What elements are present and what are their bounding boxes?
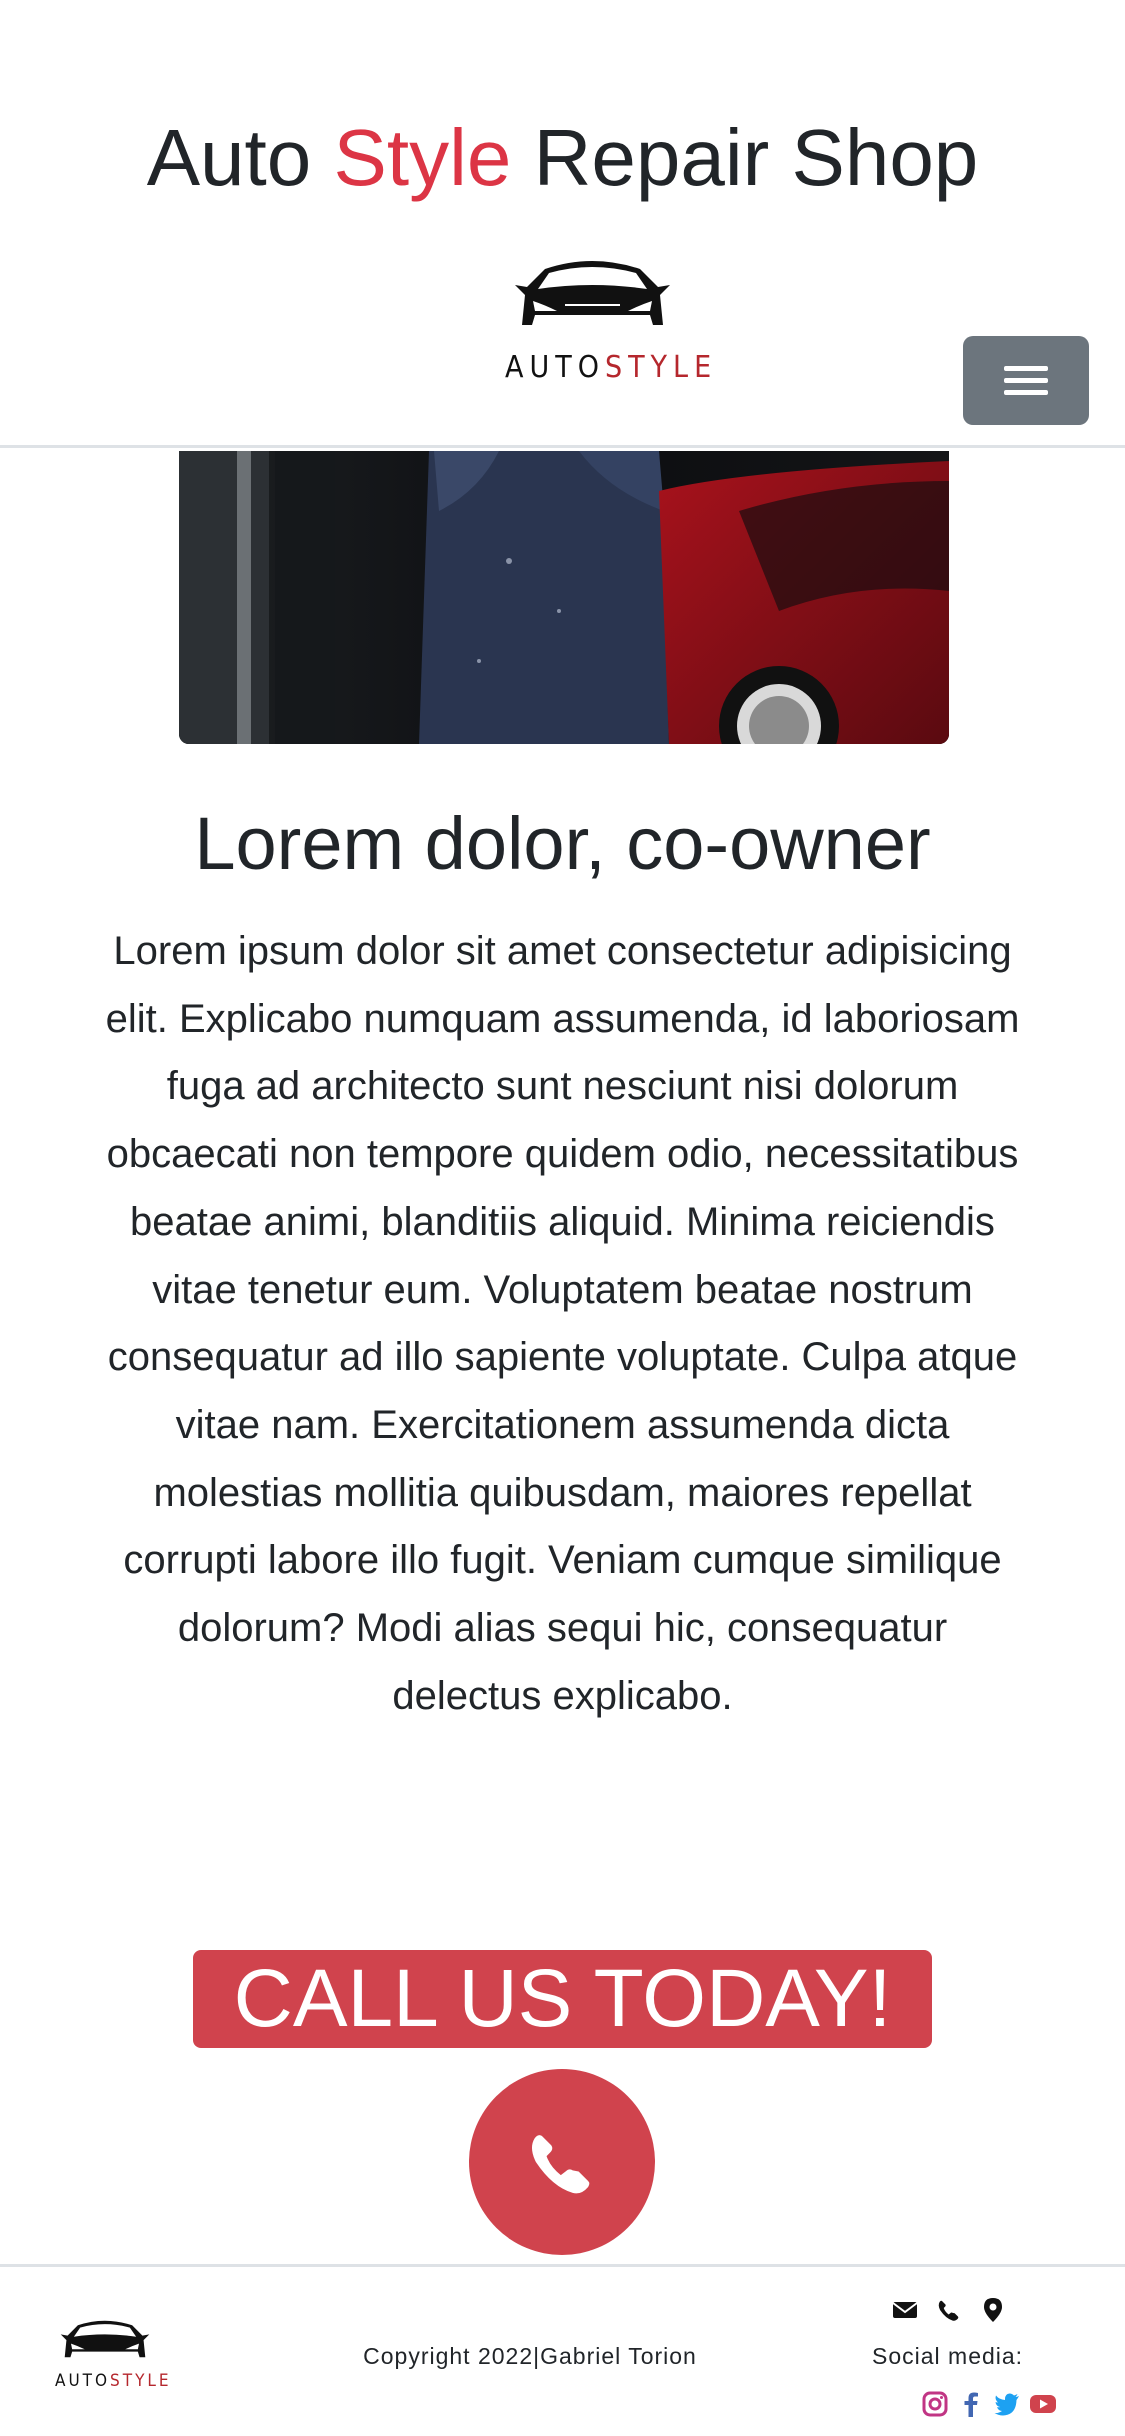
footer-logo-text-auto: AUTO <box>55 2371 111 2391</box>
footer-logo-text: AUTOSTYLE <box>55 2371 169 2391</box>
hamburger-icon <box>1004 359 1048 402</box>
phone-icon <box>531 2135 590 2194</box>
car-logo-icon <box>60 2320 150 2358</box>
contact-icons <box>892 2295 1012 2325</box>
menu-toggle-button[interactable] <box>963 336 1089 425</box>
facebook-icon[interactable] <box>957 2390 985 2418</box>
logo-text-style: STYLE <box>604 350 718 385</box>
envelope-icon[interactable] <box>892 2297 918 2323</box>
copyright-text: Copyright 2022|Gabriel Torion <box>363 2343 697 2369</box>
instagram-icon[interactable] <box>921 2390 949 2418</box>
person-heading: Lorem dolor, co-owner <box>194 802 931 885</box>
person-bio: Lorem ipsum dolor sit amet consectetur a… <box>105 929 1020 1718</box>
call-us-banner: CALL US TODAY! <box>193 1950 932 2048</box>
site-title-accent: Style <box>333 113 512 202</box>
social-icons <box>921 2389 1061 2419</box>
hero-image <box>179 451 949 744</box>
footer-logo-link[interactable]: AUTOSTYLE <box>55 2317 169 2397</box>
logo-text-auto: AUTO <box>505 350 605 385</box>
phone-icon[interactable] <box>936 2297 962 2323</box>
youtube-icon[interactable] <box>1029 2390 1057 2418</box>
site-title-part2: Repair Shop <box>511 113 979 202</box>
brand-logo-text: AUTOSTYLE <box>505 350 711 385</box>
social-media-label: Social media: <box>872 2343 1024 2369</box>
car-logo-icon <box>515 261 670 325</box>
call-button[interactable] <box>469 2069 655 2255</box>
site-footer: AUTOSTYLE Copyright 2022|Gabriel Torion … <box>0 2264 1125 2436</box>
twitter-icon[interactable] <box>993 2390 1021 2418</box>
site-title-part1: Auto <box>146 113 334 202</box>
footer-logo-text-style: STYLE <box>110 2371 172 2391</box>
map-pin-icon[interactable] <box>980 2297 1006 2323</box>
brand-logo-link[interactable]: AUTOSTYLE <box>505 255 711 385</box>
site-header: Auto Style Repair Shop AUTOSTYLE <box>0 0 1125 448</box>
site-title: Auto Style Repair Shop <box>0 108 1125 208</box>
